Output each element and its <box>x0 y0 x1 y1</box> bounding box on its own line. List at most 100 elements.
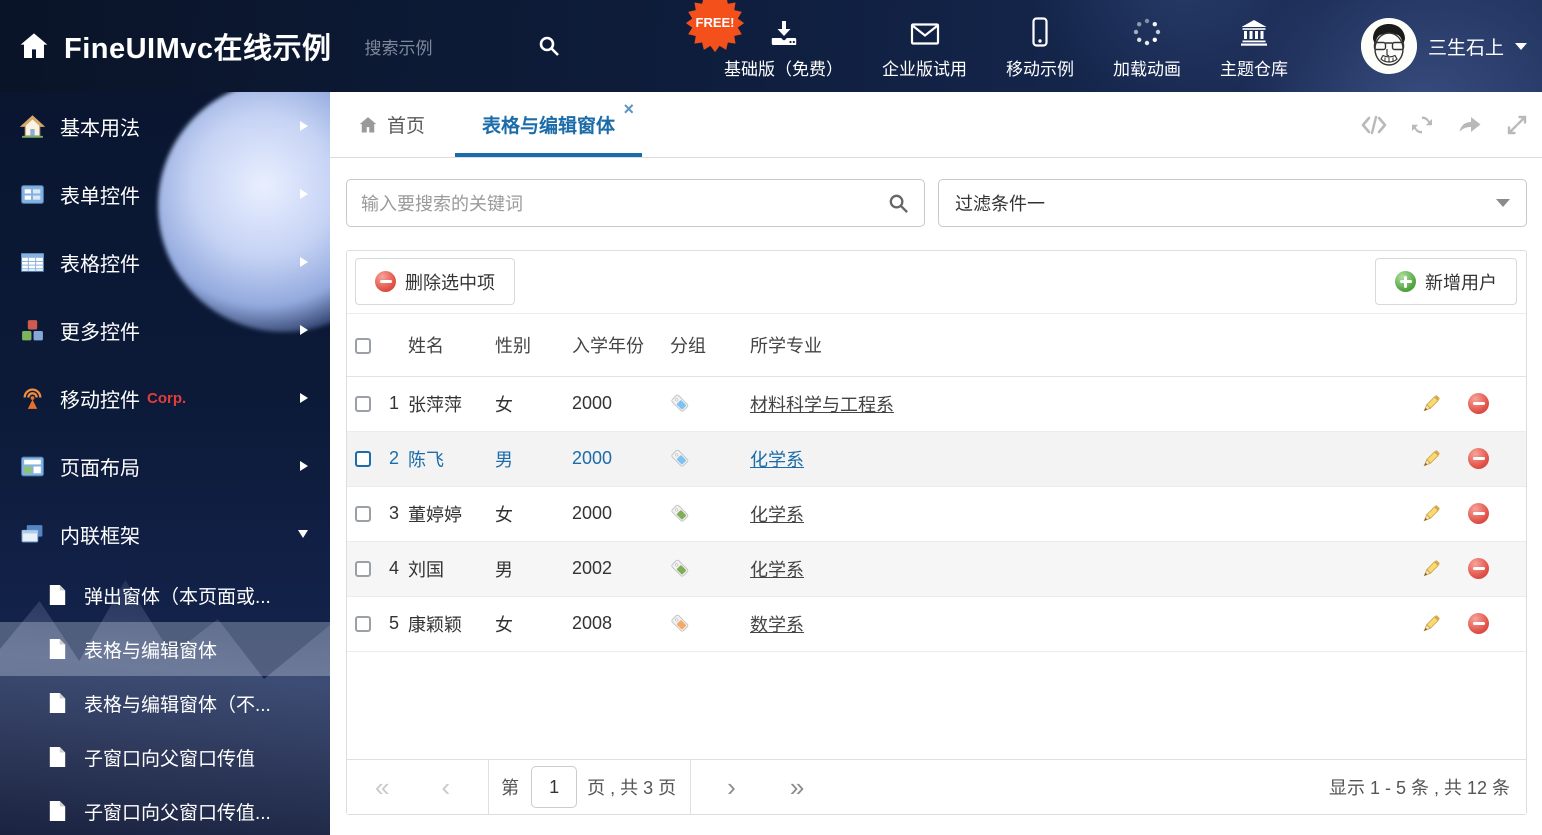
cubes-icon <box>20 318 46 343</box>
next-page-button[interactable]: › <box>727 774 736 800</box>
corp-badge: Corp. <box>147 389 187 407</box>
cell-year: 2000 <box>572 393 613 413</box>
cell-name: 康颖颖 <box>408 614 462 635</box>
tag-icon <box>670 558 691 579</box>
home-logo-icon[interactable] <box>17 30 51 62</box>
edit-icon[interactable] <box>1420 558 1442 580</box>
refresh-icon[interactable] <box>1409 113 1435 137</box>
add-user-button[interactable]: 新增用户 <box>1375 258 1517 305</box>
sidebar-subitem[interactable]: 表格与编辑窗体（不... <box>0 676 330 730</box>
filter-dropdown-value: 过滤条件一 <box>955 194 1045 214</box>
edit-icon[interactable] <box>1420 613 1442 635</box>
chevron-down-icon <box>1496 199 1510 207</box>
page-number-input[interactable]: 1 <box>531 766 578 808</box>
major-link[interactable]: 化学系 <box>750 560 804 580</box>
row-index: 4 <box>388 558 399 578</box>
free-badge-label: FREE! <box>695 14 735 30</box>
sidebar-item[interactable]: 页面布局 <box>0 432 330 500</box>
sidebar-subitem[interactable]: 子窗口向父窗口传值... <box>0 784 330 835</box>
row-checkbox[interactable] <box>355 396 371 413</box>
delete-selected-button[interactable]: 删除选中项 <box>355 258 515 305</box>
username: 三生石上 <box>1427 37 1504 59</box>
file-icon <box>48 800 69 822</box>
sidebar-item[interactable]: 移动控件 Corp. <box>0 364 330 432</box>
edit-icon[interactable] <box>1420 393 1442 415</box>
edit-icon[interactable] <box>1420 448 1442 470</box>
column-header[interactable]: 分组 <box>665 314 745 377</box>
pager-divider <box>690 760 692 814</box>
tab-home-label: 首页 <box>387 116 426 137</box>
grid-toolbar: 删除选中项 新增用户 <box>347 251 1526 314</box>
topnav-label: 基础版（免费） <box>724 60 843 79</box>
layout-icon <box>20 454 46 479</box>
tab-home[interactable]: 首页 <box>357 92 425 157</box>
sidebar-item[interactable]: 表格控件 <box>0 228 330 296</box>
column-header[interactable]: 所学专业 <box>745 314 1415 377</box>
sidebar-subitem[interactable]: 子窗口向父窗口传值 <box>0 730 330 784</box>
tag-icon <box>670 393 691 414</box>
delete-icon[interactable] <box>1468 393 1489 415</box>
table-row[interactable]: 1 张萍萍 女 2000 材料科学与工程系 <box>347 376 1526 431</box>
major-link[interactable]: 化学系 <box>750 505 804 525</box>
major-link[interactable]: 材料科学与工程系 <box>750 395 894 415</box>
open-new-window-icon[interactable] <box>1456 113 1484 137</box>
search-icon[interactable] <box>537 34 561 58</box>
column-header[interactable]: 姓名 <box>403 314 490 377</box>
last-page-button[interactable]: » <box>790 774 804 800</box>
tag-icon <box>670 448 691 469</box>
prev-page-button[interactable]: ‹ <box>441 774 450 800</box>
keyword-search-placeholder: 输入要搜索的关键词 <box>361 194 523 214</box>
table-row[interactable]: 3 董婷婷 女 2000 化学系 <box>347 486 1526 541</box>
source-code-icon[interactable] <box>1360 113 1388 137</box>
top-search-input[interactable]: 搜索示例 <box>365 34 561 59</box>
file-icon <box>48 638 69 660</box>
topnav-envelope[interactable]: 企业版试用 <box>882 17 967 80</box>
keyword-search-input[interactable]: 输入要搜索的关键词 <box>346 179 925 227</box>
column-header[interactable]: 入学年份 <box>567 314 665 377</box>
cell-year: 2008 <box>572 613 613 633</box>
sidebar-item[interactable]: 内联框架 <box>0 500 330 568</box>
topnav-mobile[interactable]: 移动示例 <box>1006 17 1074 80</box>
fullscreen-icon[interactable] <box>1505 113 1529 137</box>
table-row[interactable]: 5 康颖颖 女 2008 数学系 <box>347 596 1526 651</box>
search-icon[interactable] <box>887 192 910 215</box>
topnav-spinner[interactable]: 加载动画 <box>1113 17 1181 80</box>
filter-dropdown[interactable]: 过滤条件一 <box>938 179 1527 227</box>
grid-panel: 删除选中项 新增用户 姓名 性别 入学年份 分组 所学专业 1 张萍萍女 2000 材料科学与… <box>346 250 1527 815</box>
cell-year: 2000 <box>572 448 613 468</box>
delete-icon[interactable] <box>1468 558 1489 580</box>
major-link[interactable]: 化学系 <box>750 450 804 470</box>
sidebar-subitem[interactable]: 弹出窗体（本页面或... <box>0 568 330 622</box>
column-header[interactable]: 性别 <box>490 314 567 377</box>
major-link[interactable]: 数学系 <box>750 615 804 635</box>
delete-icon[interactable] <box>1468 613 1489 635</box>
avatar[interactable] <box>1360 18 1417 74</box>
frames-icon <box>20 522 46 547</box>
tab-active[interactable]: 表格与编辑窗体 × <box>455 92 643 157</box>
table-row[interactable]: 2 陈飞 男 2000 化学系 <box>347 431 1526 486</box>
row-checkbox[interactable] <box>355 451 371 468</box>
delete-icon[interactable] <box>1468 448 1489 470</box>
users-table: 姓名 性别 入学年份 分组 所学专业 1 张萍萍女 2000 材料科学与工程系 2 陈飞男 2000… <box>347 314 1526 652</box>
row-checkbox[interactable] <box>355 561 371 578</box>
table-row[interactable]: 4 刘国 男 2002 化学系 <box>347 541 1526 596</box>
sidebar-item[interactable]: 基本用法 <box>0 92 330 160</box>
sidebar-item[interactable]: 表单控件 <box>0 160 330 228</box>
row-checkbox[interactable] <box>355 506 371 523</box>
sidebar-subitem[interactable]: 表格与编辑窗体 <box>0 622 330 676</box>
sidebar-item-label: 移动控件 <box>60 389 140 412</box>
row-checkbox[interactable] <box>355 616 371 633</box>
topnav-bank[interactable]: 主题仓库 <box>1220 17 1288 80</box>
user-menu[interactable]: 三生石上 <box>1360 0 1527 92</box>
row-index: 1 <box>388 393 399 413</box>
chevron-down-icon <box>298 530 308 538</box>
sidebar-item[interactable]: 更多控件 <box>0 296 330 364</box>
edit-icon[interactable] <box>1420 503 1442 525</box>
close-icon[interactable]: × <box>624 100 635 118</box>
select-all-checkbox[interactable] <box>355 337 371 354</box>
main-content: 首页 表格与编辑窗体 × 输入要搜索的关键词 过滤条件一 删除选中项 新增用户 … <box>330 92 1542 835</box>
topnav-label: 主题仓库 <box>1220 60 1288 79</box>
form-icon <box>20 182 46 207</box>
delete-icon[interactable] <box>1468 503 1489 525</box>
first-page-button[interactable]: « <box>375 774 389 800</box>
